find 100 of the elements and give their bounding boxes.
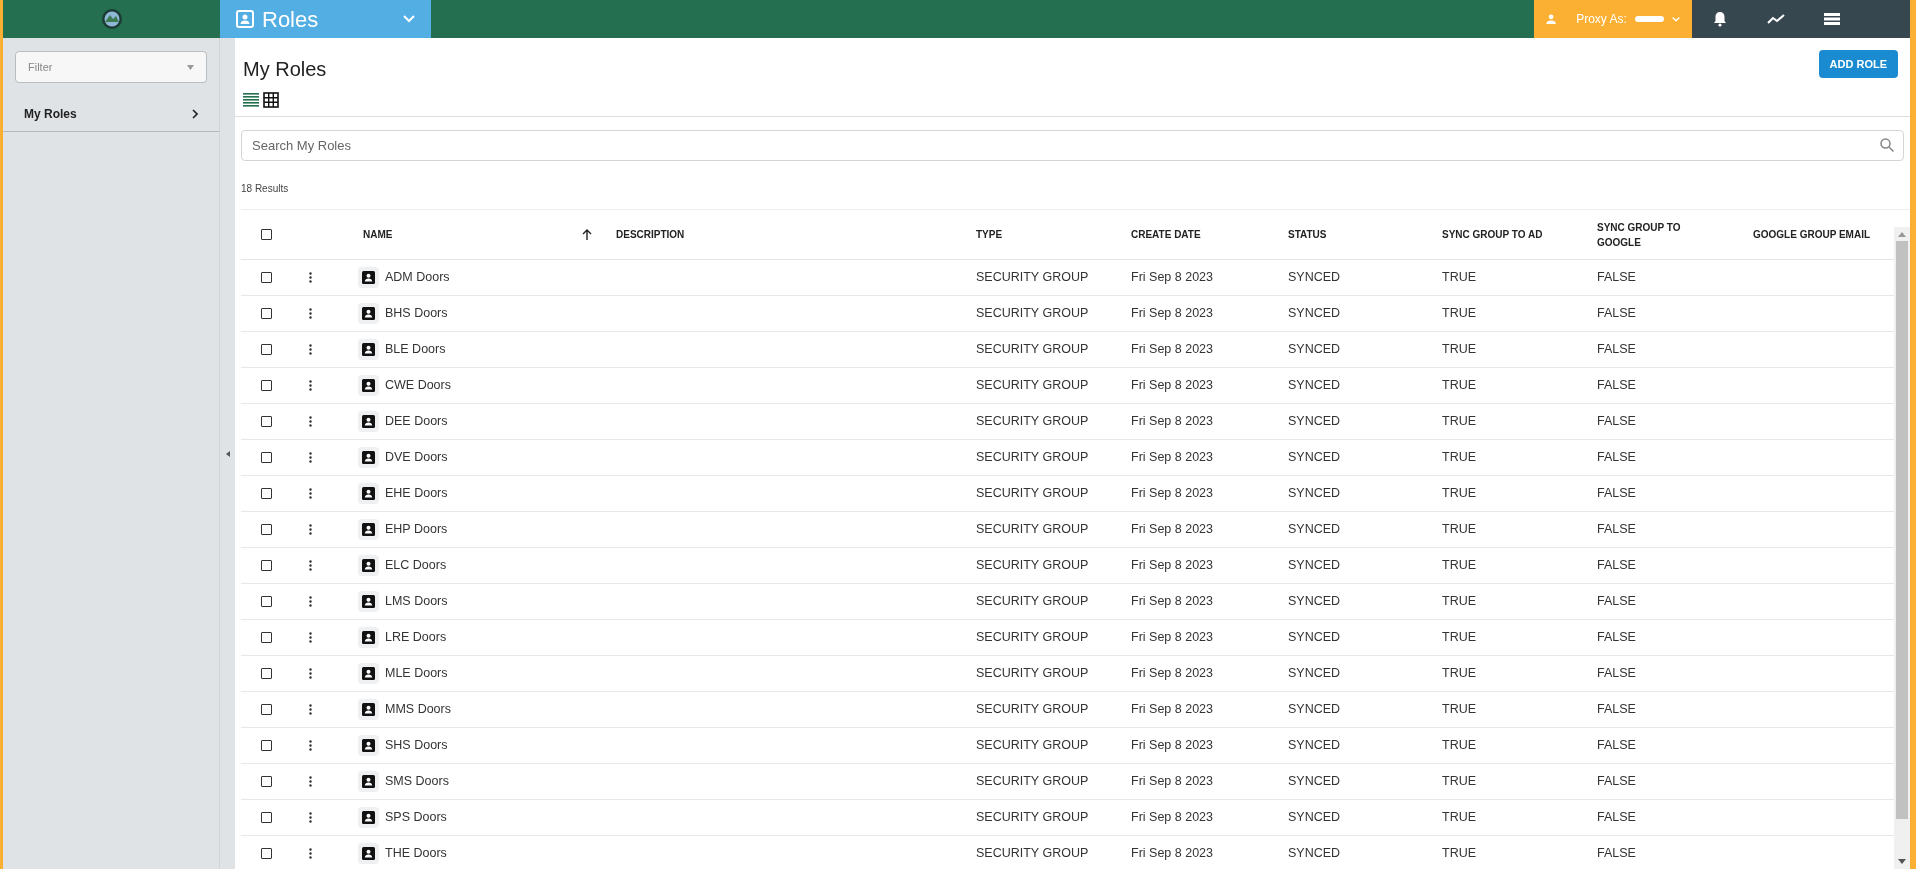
table-cell: TRUE [1442,702,1477,717]
table-cell: FALSE [1597,738,1636,753]
table-cell: Fri Sep 8 2023 [1131,522,1213,537]
search-field[interactable]: Search My Roles [241,130,1904,161]
role-name[interactable]: DVE Doors [385,448,448,467]
table-cell: TRUE [1442,594,1477,609]
sort-arrow-icon[interactable] [582,228,592,241]
column-header[interactable]: SYNC GROUP TO AD [1442,227,1543,242]
column-header[interactable]: NAME [363,227,393,242]
role-name[interactable]: LRE Doors [385,628,447,647]
table-cell: FALSE [1597,306,1636,321]
checkbox[interactable] [260,740,272,751]
more-options-icon[interactable] [309,524,312,535]
role-name[interactable]: SPS Doors [385,808,447,827]
table-cell: SECURITY GROUP [976,594,1089,609]
table-cell: SECURITY GROUP [976,414,1089,429]
contact-icon [358,411,379,432]
more-options-icon[interactable] [309,776,312,787]
checkbox[interactable] [260,452,272,463]
checkbox[interactable] [260,848,272,859]
role-name[interactable]: EHP Doors [385,520,448,539]
table-cell: SECURITY GROUP [976,810,1089,825]
table-cell: SECURITY GROUP [976,558,1089,573]
checkbox[interactable] [260,416,272,427]
more-options-icon[interactable] [309,560,312,571]
more-options-icon[interactable] [309,452,312,463]
table-cell: SYNCED [1288,342,1341,357]
checkbox[interactable] [260,308,272,319]
more-options-icon[interactable] [309,488,312,499]
contact-icon [358,699,379,720]
caret-down-icon [187,64,194,70]
column-header[interactable]: GOOGLE GROUP EMAIL [1753,227,1871,242]
column-header[interactable]: DESCRIPTION [616,227,685,242]
more-options-icon[interactable] [309,272,312,283]
collapse-icon[interactable] [225,450,230,457]
more-options-icon[interactable] [309,596,312,607]
list-view-icon[interactable] [243,92,259,108]
checkbox[interactable] [260,632,272,643]
table-cell: TRUE [1442,450,1477,465]
more-options-icon[interactable] [309,380,312,391]
table-cell: FALSE [1597,486,1636,501]
checkbox[interactable] [260,812,272,823]
role-name[interactable]: DEE Doors [385,412,448,431]
table-cell: SECURITY GROUP [976,450,1089,465]
table-cell: FALSE [1597,342,1636,357]
contact-icon [358,267,379,288]
more-options-icon[interactable] [309,740,312,751]
column-header[interactable]: TYPE [976,227,1003,242]
more-options-icon[interactable] [309,704,312,715]
table-cell: FALSE [1597,846,1636,861]
scroll-down-icon[interactable] [1898,859,1906,864]
table-cell: TRUE [1442,486,1477,501]
role-name[interactable]: ELC Doors [385,556,447,575]
checkbox[interactable] [260,596,272,607]
table-cell: FALSE [1597,378,1636,393]
more-options-icon[interactable] [309,848,312,859]
more-options-icon[interactable] [309,812,312,823]
table-cell: TRUE [1442,846,1477,861]
search-icon [1880,138,1894,152]
role-name[interactable]: THE Doors [385,844,447,863]
table-cell: Fri Sep 8 2023 [1131,594,1213,609]
grid-view-icon[interactable] [263,92,279,108]
table-cell: Fri Sep 8 2023 [1131,450,1213,465]
role-name[interactable]: SHS Doors [385,736,448,755]
column-header[interactable]: SYNC GROUP TO GOOGLE [1597,219,1697,250]
more-options-icon[interactable] [309,668,312,679]
role-name[interactable]: BLE Doors [385,340,446,359]
role-name[interactable]: MMS Doors [385,700,451,719]
table-cell: FALSE [1597,270,1636,285]
more-options-icon[interactable] [309,308,312,319]
role-name[interactable]: MLE Doors [385,664,448,683]
checkbox[interactable] [260,560,272,571]
checkbox[interactable] [260,380,272,391]
scrollbar-thumb[interactable] [1896,241,1908,819]
table-cell: Fri Sep 8 2023 [1131,702,1213,717]
scrollbar[interactable] [1894,227,1910,869]
add-role-button[interactable]: ADD ROLE [1818,50,1898,78]
more-options-icon[interactable] [309,416,312,427]
column-header[interactable]: STATUS [1288,227,1327,242]
more-options-icon[interactable] [309,344,312,355]
more-options-icon[interactable] [309,632,312,643]
checkbox[interactable] [260,344,272,355]
checkbox[interactable] [260,776,272,787]
checkbox[interactable] [260,668,272,679]
column-header[interactable]: CREATE DATE [1131,227,1201,242]
checkbox[interactable] [260,272,272,283]
role-name[interactable]: SMS Doors [385,772,449,791]
table-cell: SYNCED [1288,558,1341,573]
role-name[interactable]: BHS Doors [385,304,448,323]
role-name[interactable]: ADM Doors [385,268,450,287]
role-name[interactable]: EHE Doors [385,484,448,503]
checkbox[interactable] [260,229,272,240]
checkbox[interactable] [260,704,272,715]
checkbox[interactable] [260,524,272,535]
checkbox[interactable] [260,488,272,499]
table-cell: FALSE [1597,450,1636,465]
logo-icon [100,8,123,30]
role-name[interactable]: CWE Doors [385,376,451,395]
role-name[interactable]: LMS Doors [385,592,448,611]
sidebar-item[interactable]: My Roles [3,97,219,132]
